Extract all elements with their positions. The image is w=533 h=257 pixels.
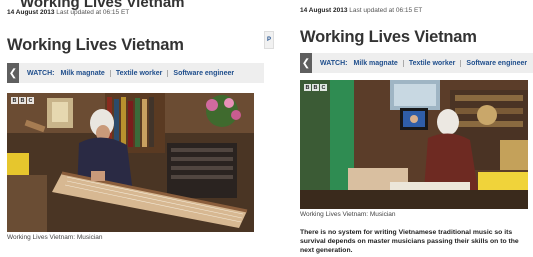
bbc-letter: B: [312, 84, 319, 91]
video-caption: Working Lives Vietnam: Musician: [300, 211, 396, 218]
dateline-date: 14 August 2013: [300, 7, 348, 14]
watch-link-software-engineer[interactable]: Software engineer: [460, 59, 532, 67]
video-player[interactable]: B B C: [300, 80, 528, 209]
page-title: Working Lives Vietnam: [7, 36, 184, 54]
bbc-letter: B: [11, 97, 18, 104]
watch-link-textile-worker[interactable]: Textile worker: [109, 69, 168, 77]
bbc-letter: C: [320, 84, 327, 91]
side-tab[interactable]: P: [264, 31, 274, 49]
bbc-letter: B: [304, 84, 311, 91]
watch-link-software-engineer[interactable]: Software engineer: [167, 69, 239, 77]
watch-label: WATCH:: [27, 69, 55, 77]
dateline-date: 14 August 2013: [7, 9, 55, 16]
dateline: 14 August 2013 Last updated at 06:15 ET: [7, 9, 129, 16]
watch-link-textile-worker[interactable]: Textile worker: [402, 59, 461, 67]
dateline-updated: Last updated at 06:15 ET: [349, 7, 423, 14]
musician-video-frame: [300, 80, 528, 209]
video-caption: Working Lives Vietnam: Musician: [7, 234, 103, 241]
watch-label: WATCH:: [320, 59, 348, 67]
left-article-panel: Working Lives Vietnam 14 August 2013 Las…: [0, 0, 264, 257]
dateline: 14 August 2013 Last updated at 06:15 ET: [300, 7, 422, 14]
bbc-logo: B B C: [304, 84, 327, 91]
watch-bar: ❮ WATCH: Milk magnate Textile worker Sof…: [300, 53, 533, 73]
chevron-left-icon[interactable]: ❮: [7, 63, 19, 83]
bbc-letter: B: [19, 97, 26, 104]
right-article-panel: 14 August 2013 Last updated at 06:15 ET …: [298, 0, 533, 257]
watch-bar: ❮ WATCH: Milk magnate Textile worker Sof…: [7, 63, 264, 83]
musician-video-frame: [7, 93, 254, 232]
dateline-updated: Last updated at 06:15 ET: [56, 9, 130, 16]
bbc-logo: B B C: [11, 97, 34, 104]
video-player[interactable]: B B C: [7, 93, 254, 232]
bbc-letter: C: [27, 97, 34, 104]
watch-link-milk-magnate[interactable]: Milk magnate: [60, 70, 109, 77]
watch-link-milk-magnate[interactable]: Milk magnate: [353, 60, 402, 67]
article-summary: There is no system for writing Vietnames…: [300, 229, 519, 254]
page-title: Working Lives Vietnam: [300, 28, 477, 46]
chevron-left-icon[interactable]: ❮: [300, 53, 312, 73]
